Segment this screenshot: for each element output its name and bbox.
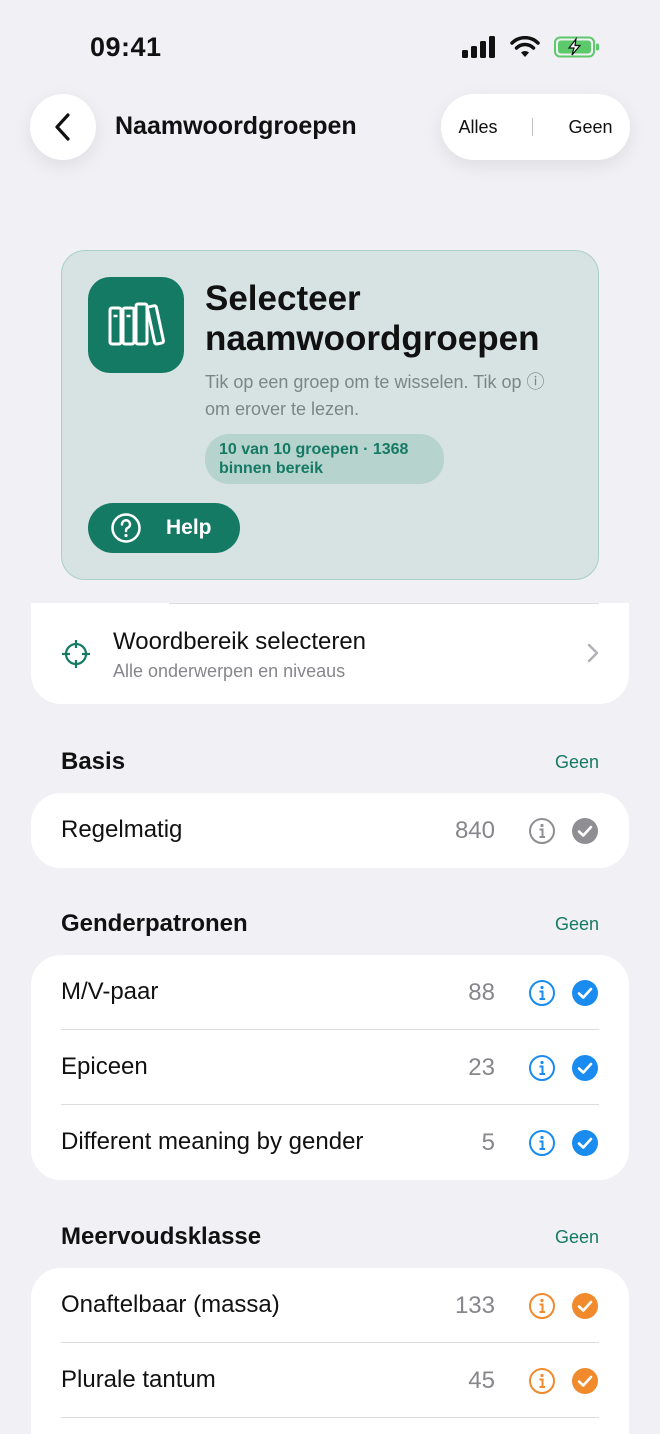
checkmark-circle-icon[interactable] (571, 1129, 599, 1157)
word-range-row[interactable]: Woordbereik selecteren Alle onderwerpen … (31, 603, 629, 704)
section-header-basis: Basis Geen (61, 748, 599, 778)
info-icon[interactable] (528, 1129, 556, 1157)
chevron-right-icon (587, 643, 599, 663)
row-count: 88 (468, 979, 495, 1006)
info-icon[interactable] (528, 817, 556, 845)
group-row-mv-paar[interactable]: M/V-paar 88 (31, 955, 629, 1030)
checkmark-circle-icon[interactable] (571, 979, 599, 1007)
row-label: Regelmatig (61, 816, 183, 843)
summary-badge: 10 van 10 groepen · 1368 binnen bereik (205, 434, 444, 484)
row-count: 840 (454, 817, 495, 844)
row-label: Epiceen (61, 1053, 148, 1080)
group-row-epiceen[interactable]: Epiceen 23 (31, 1030, 629, 1105)
section-none-button[interactable]: Geen (555, 1227, 599, 1248)
section-title: Meervoudsklasse (61, 1223, 262, 1250)
wifi-icon (510, 36, 540, 57)
section-header-genderpatronen: Genderpatronen Geen (61, 910, 599, 940)
selection-toggle-group: Alles Geen (441, 94, 630, 160)
checkmark-circle-icon[interactable] (571, 1054, 599, 1082)
divider (169, 603, 599, 604)
row-count: 45 (468, 1367, 495, 1394)
row-label: Plurale tantum (61, 1366, 216, 1393)
row-count: 133 (454, 1292, 495, 1319)
status-icons (462, 36, 600, 58)
signal-icon (462, 36, 495, 58)
row-count: 5 (481, 1129, 495, 1156)
hero-subtitle: Tik op een groep om te wisselen. Tik op … (205, 372, 545, 419)
chevron-left-icon (55, 113, 70, 141)
checkmark-circle-icon[interactable] (571, 1367, 599, 1395)
battery-charging-icon (554, 36, 599, 58)
section-header-meervoudsklasse: Meervoudsklasse Geen (61, 1223, 599, 1253)
hero-card: Selecteer naamwoordgroepen Tik op een gr… (61, 250, 599, 580)
word-range-title: Woordbereik selecteren (113, 628, 367, 655)
nav-bar: Naamwoordgroepen Alles Geen (0, 92, 660, 162)
info-icon[interactable] (528, 1054, 556, 1082)
help-label: Help (166, 516, 212, 539)
info-icon[interactable] (528, 1292, 556, 1320)
section-none-button[interactable]: Geen (555, 752, 599, 773)
section-card-basis: Regelmatig 840 (31, 793, 629, 868)
word-range-subtitle: Alle onderwerpen en niveaus (113, 661, 346, 681)
hero-title: Selecteer naamwoordgroepen (205, 279, 540, 358)
status-bar: 09:41 (0, 0, 660, 96)
section-title: Basis (61, 748, 126, 775)
checkmark-circle-icon[interactable] (571, 1292, 599, 1320)
section-title: Genderpatronen (61, 910, 248, 937)
question-circle-icon (111, 513, 141, 543)
back-button[interactable] (30, 94, 96, 160)
row-count: 23 (468, 1054, 495, 1081)
group-row-regelmatig[interactable]: Regelmatig 840 (31, 793, 629, 868)
target-icon (62, 640, 90, 668)
info-icon[interactable] (528, 1367, 556, 1395)
section-card-genderpatronen: M/V-paar 88 Epiceen 23 Different meaning… (31, 955, 629, 1180)
select-none-button[interactable]: Geen (568, 117, 612, 138)
row-label: Onaftelbaar (massa) (61, 1291, 280, 1318)
group-row-onaftelbaar[interactable]: Onaftelbaar (massa) 133 (31, 1268, 629, 1343)
group-row-plurale-tantum[interactable]: Plurale tantum 45 (31, 1343, 629, 1418)
separator (532, 118, 534, 136)
divider (61, 1417, 599, 1418)
page-title: Naamwoordgroepen (115, 112, 357, 140)
help-button[interactable]: Help (88, 503, 240, 553)
row-label: Different meaning by gender (61, 1128, 364, 1155)
group-row-different-meaning[interactable]: Different meaning by gender 5 (31, 1105, 629, 1180)
section-card-meervoudsklasse: Onaftelbaar (massa) 133 Plurale tantum 4… (31, 1268, 629, 1434)
checkmark-circle-icon[interactable] (571, 817, 599, 845)
select-all-button[interactable]: Alles (458, 117, 497, 138)
status-time: 09:41 (90, 32, 162, 62)
books-icon (88, 277, 184, 373)
row-label: M/V-paar (61, 978, 159, 1005)
section-none-button[interactable]: Geen (555, 914, 599, 935)
info-icon[interactable] (528, 979, 556, 1007)
